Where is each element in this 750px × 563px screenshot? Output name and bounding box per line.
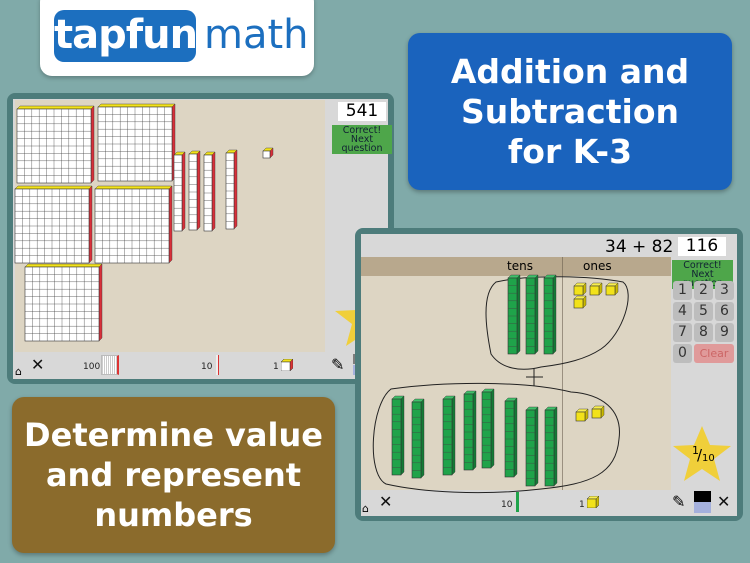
key-3[interactable]: 3 — [715, 281, 734, 300]
ten-rod[interactable] — [525, 274, 539, 355]
ten-rod[interactable] — [481, 388, 495, 469]
app-screen: 34 + 82 = 116 tens ones Correct!Next que… — [361, 234, 737, 516]
answer-box[interactable]: 541 — [338, 102, 386, 121]
clear-all-icon[interactable]: ✕ — [379, 492, 392, 511]
ten-rod[interactable] — [188, 150, 201, 231]
hundred-flat-tool[interactable] — [101, 355, 119, 375]
pencil-icon[interactable]: ✎ — [672, 492, 685, 511]
key-8[interactable]: 8 — [694, 323, 713, 342]
key-9[interactable]: 9 — [715, 323, 734, 342]
one-label: 1 — [273, 362, 279, 372]
ten-rod-tool[interactable] — [516, 492, 519, 512]
ten-rod[interactable] — [391, 395, 405, 476]
hundred-label: 100 — [83, 362, 101, 372]
ten-rod[interactable] — [507, 274, 521, 355]
banner-text: Determine value and represent numbers — [24, 416, 323, 534]
app-screen: 541 Correct!Next question 1 / 10 ⌂ ✕ 100… — [13, 99, 393, 380]
screenshot-place-value: 541 Correct!Next question 1 / 10 ⌂ ✕ 100… — [7, 93, 394, 384]
one-cube-tool[interactable] — [281, 359, 293, 371]
correct-next-button[interactable]: Correct!Next question — [332, 125, 392, 154]
one-cube[interactable] — [589, 282, 603, 296]
pencil-icon[interactable]: ✎ — [331, 355, 344, 374]
one-cube[interactable] — [605, 282, 619, 296]
logo-product: math — [204, 12, 309, 58]
screenshot-addition: 34 + 82 = 116 tens ones Correct!Next que… — [355, 228, 743, 521]
one-cube[interactable] — [573, 282, 587, 296]
ten-rod[interactable] — [504, 397, 518, 478]
lasso-bottom — [372, 382, 620, 494]
number-keypad: 1 2 3 4 5 6 7 8 9 0 Clear — [673, 281, 735, 366]
toolbar: ⌂ ✕ 100 10 1 ✎ ✕ — [13, 352, 388, 380]
clear-all-icon[interactable]: ✕ — [31, 355, 44, 374]
one-cube[interactable] — [591, 405, 605, 419]
one-cube[interactable] — [575, 408, 589, 422]
ten-rod[interactable] — [463, 390, 477, 471]
one-cube[interactable] — [262, 147, 274, 159]
key-2[interactable]: 2 — [694, 281, 713, 300]
ten-rod[interactable] — [173, 151, 186, 232]
color-black-swatch[interactable] — [694, 491, 711, 502]
ten-rod[interactable] — [525, 406, 539, 487]
one-cube-tool[interactable] — [587, 496, 599, 508]
plus-sign — [526, 368, 543, 386]
ten-rod[interactable] — [442, 395, 456, 476]
ten-rod[interactable] — [543, 274, 557, 355]
home-icon[interactable]: ⌂ — [15, 365, 22, 378]
progress-star: 1 / 10 — [671, 424, 733, 484]
ten-label: 10 — [201, 362, 213, 372]
banner-addition-subtraction: Addition and Subtraction for K-3 — [408, 33, 732, 190]
key-7[interactable]: 7 — [673, 323, 692, 342]
clear-drawing-icon[interactable]: ✕ — [717, 492, 730, 511]
tapfun-math-logo: tapfun math — [40, 0, 314, 76]
hundred-flat[interactable] — [16, 105, 95, 184]
one-label: 1 — [579, 500, 585, 510]
ten-rod[interactable] — [203, 151, 216, 232]
clear-key[interactable]: Clear — [694, 344, 734, 363]
hundred-flat[interactable] — [14, 185, 93, 264]
key-6[interactable]: 6 — [715, 302, 734, 321]
ten-label: 10 — [501, 500, 513, 510]
banner-text: Addition and Subtraction for K-3 — [450, 51, 690, 171]
ten-rod[interactable] — [225, 149, 238, 230]
hundred-flat[interactable] — [94, 185, 173, 264]
color-blue-swatch[interactable] — [694, 502, 711, 513]
ten-rod[interactable] — [544, 406, 558, 487]
toolbar: ⌂ ✕ 10 1 ✎ ✕ — [361, 490, 737, 516]
key-4[interactable]: 4 — [673, 302, 692, 321]
key-0[interactable]: 0 — [673, 344, 692, 363]
home-icon[interactable]: ⌂ — [362, 502, 369, 515]
hundred-flat[interactable] — [97, 103, 176, 182]
progress-denominator: 10 — [702, 453, 715, 464]
banner-determine-value: Determine value and represent numbers — [12, 397, 335, 553]
logo-brand: tapfun — [54, 10, 198, 62]
ten-rod[interactable] — [411, 398, 425, 479]
hundred-flat[interactable] — [24, 263, 103, 342]
ten-rod-tool[interactable] — [216, 355, 219, 375]
key-1[interactable]: 1 — [673, 281, 692, 300]
key-5[interactable]: 5 — [694, 302, 713, 321]
one-cube[interactable] — [573, 295, 587, 309]
